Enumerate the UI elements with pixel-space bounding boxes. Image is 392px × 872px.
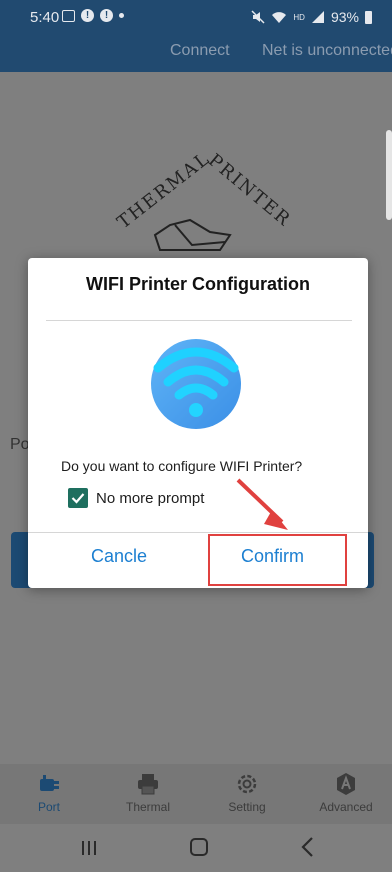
network-type: HD bbox=[293, 12, 305, 22]
nav-advanced[interactable]: Advanced bbox=[306, 772, 386, 814]
signal-icon bbox=[311, 11, 324, 23]
alert-icon-2: ! bbox=[100, 9, 113, 22]
wifi-icon bbox=[151, 339, 241, 429]
nav-advanced-label: Advanced bbox=[319, 800, 373, 814]
printer-icon bbox=[138, 774, 158, 795]
status-right: HD 93% bbox=[251, 9, 372, 25]
dialog-title: WIFI Printer Configuration bbox=[86, 274, 310, 294]
dialog-question: Do you want to configure WIFI Printer? bbox=[61, 458, 303, 474]
net-status: Net is unconnected bbox=[262, 42, 392, 59]
confirm-highlight-box bbox=[208, 534, 347, 586]
connect-button[interactable]: Connect bbox=[170, 42, 230, 60]
nav-thermal[interactable]: Thermal bbox=[108, 772, 188, 814]
dialog-divider-top bbox=[46, 320, 352, 321]
battery-percent: 93% bbox=[330, 9, 359, 25]
checkmark-icon bbox=[71, 493, 85, 504]
battery-icon bbox=[365, 10, 372, 24]
recents-icon[interactable] bbox=[80, 840, 98, 856]
plug-icon bbox=[40, 775, 59, 791]
dialog-divider-bottom bbox=[28, 532, 368, 533]
home-icon[interactable] bbox=[190, 838, 208, 856]
gear-icon bbox=[237, 774, 257, 794]
notification-icons: ! ! bbox=[62, 9, 124, 22]
nav-setting-label: Setting bbox=[228, 800, 266, 814]
background-scroll-thumb bbox=[386, 130, 392, 220]
printer-logo-icon bbox=[153, 218, 232, 251]
nav-setting[interactable]: Setting bbox=[207, 772, 287, 814]
alert-icon: ! bbox=[81, 9, 94, 22]
nav-port[interactable]: Port bbox=[9, 772, 89, 814]
system-navigation-bar bbox=[0, 824, 392, 872]
back-icon[interactable] bbox=[300, 836, 314, 858]
nav-port-label: Port bbox=[37, 800, 60, 814]
status-time: 5:40 bbox=[30, 9, 60, 26]
background-port-label: Po bbox=[10, 436, 30, 453]
bottom-navigation: Port Thermal Setting Advanced bbox=[0, 764, 392, 824]
thermal-printer-logo: THERMAL PRINTER bbox=[100, 148, 300, 270]
wifi-status-icon bbox=[272, 12, 287, 23]
cancel-button[interactable]: Cancle bbox=[91, 546, 147, 567]
no-more-prompt-label: No more prompt bbox=[96, 489, 205, 507]
no-more-prompt-row[interactable]: No more prompt bbox=[68, 488, 204, 508]
arrow-annotation-icon bbox=[236, 478, 288, 530]
advanced-icon bbox=[337, 773, 355, 795]
more-notifications-icon bbox=[119, 13, 124, 18]
mute-icon bbox=[251, 10, 265, 24]
screenshot-icon bbox=[62, 9, 75, 22]
no-more-prompt-checkbox[interactable] bbox=[68, 488, 88, 508]
status-bar: 5:40 ! ! HD 93% bbox=[0, 0, 392, 36]
app-top-bar: 5:40 ! ! HD 93% Connect Net is unconnect… bbox=[0, 0, 392, 72]
nav-thermal-label: Thermal bbox=[125, 800, 170, 814]
